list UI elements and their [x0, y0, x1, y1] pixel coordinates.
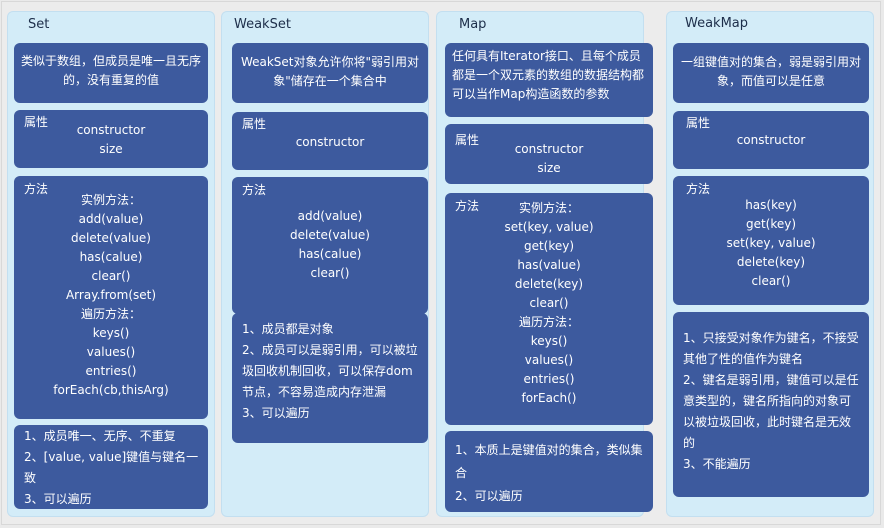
description-text: WeakSet对象允许你将"弱引用对象"储存在一个集合中 — [240, 55, 420, 88]
properties-box: 属性 constructor — [232, 112, 428, 170]
methods-list: 实例方法： set(key, value) get(key) has(value… — [445, 199, 653, 408]
properties-list: constructor — [673, 131, 869, 150]
column-weakmap: WeakMap 一组键值对的集合，弱是弱引用对象，而值可以是任意 属性 cons… — [667, 12, 873, 516]
method-item: forEach(cb,thisArg) — [53, 383, 169, 397]
note-item: 2、成员可以是弱引用，可以被垃圾回收机制回收，可以保存dom节点，不容易造成内存… — [242, 343, 418, 399]
property-item: size — [537, 161, 561, 175]
method-item: keys() — [92, 326, 130, 340]
property-item: size — [99, 142, 123, 156]
method-item: clear() — [751, 274, 791, 288]
method-item: values() — [524, 353, 574, 367]
method-item: set(key, value) — [726, 236, 816, 250]
method-item: get(key) — [745, 217, 797, 231]
column-title: Map — [459, 17, 487, 32]
method-item: values() — [86, 345, 136, 359]
methods-list: add(value) delete(value) has(calue) clea… — [232, 207, 428, 283]
description-text: 类似于数组，但成员是唯一且无序的，没有重复的值 — [20, 54, 201, 87]
notes-box: 1、成员唯一、无序、不重复 2、[value, value]键值与键名一致 3、… — [14, 425, 208, 509]
method-item: 遍历方法： — [518, 315, 579, 329]
methods-list: 实例方法： add(value) delete(value) has(calue… — [14, 191, 208, 400]
method-item: entries() — [523, 372, 575, 386]
properties-box: 属性 constructor — [673, 111, 869, 169]
method-item: clear() — [91, 269, 131, 283]
note-item: 1、只接受对象作为键名，不接受其他了性的值作为键名 — [683, 331, 859, 366]
methods-box: 方法 实例方法： add(value) delete(value) has(ca… — [14, 176, 208, 419]
notes-box: 1、本质上是键值对的集合，类似集合 2、可以遍历 — [445, 431, 653, 512]
column-set: Set 类似于数组，但成员是唯一且无序的，没有重复的值 属性 construct… — [8, 12, 214, 516]
note-item: 3、可以遍历 — [242, 406, 310, 420]
method-item: add(value) — [297, 209, 363, 223]
method-item: 实例方法： — [80, 193, 141, 207]
methods-list: has(key) get(key) set(key, value) delete… — [673, 196, 869, 291]
note-item: 1、成员唯一、无序、不重复 — [24, 429, 176, 443]
method-item: get(key) — [523, 239, 575, 253]
method-item: has(calue) — [79, 250, 143, 264]
methods-title: 方法 — [242, 183, 267, 197]
property-item: constructor — [514, 142, 584, 156]
method-item: 遍历方法： — [80, 307, 141, 321]
method-item: clear() — [529, 296, 569, 310]
note-item: 1、本质上是键值对的集合，类似集合 — [455, 443, 643, 480]
method-item: has(key) — [745, 198, 797, 212]
method-item: delete(key) — [736, 255, 806, 269]
properties-title: 属性 — [242, 117, 267, 131]
description-box: 任何具有Iterator接口、且每个成员都是一个双元素的数组的数据结构都可以当作… — [445, 43, 653, 117]
method-item: has(value) — [517, 258, 581, 272]
column-title: WeakMap — [685, 16, 749, 31]
method-item: 实例方法： — [518, 201, 579, 215]
method-item: delete(key) — [514, 277, 584, 291]
note-item: 2、键名是弱引用，键值可以是任意类型的，键名所指向的对象可以被垃圾回收，此时键名… — [683, 373, 859, 450]
methods-box: 方法 add(value) delete(value) has(calue) c… — [232, 177, 428, 314]
methods-box: 方法 has(key) get(key) set(key, value) del… — [673, 176, 869, 305]
properties-box: 属性 constructor size — [445, 124, 653, 184]
column-map: Map 任何具有Iterator接口、且每个成员都是一个双元素的数组的数据结构都… — [437, 12, 653, 516]
description-box: WeakSet对象允许你将"弱引用对象"储存在一个集合中 — [232, 43, 428, 103]
note-item: 2、可以遍历 — [455, 489, 523, 503]
notes-box: 1、只接受对象作为键名，不接受其他了性的值作为键名 2、键名是弱引用，键值可以是… — [673, 312, 869, 497]
method-item: keys() — [530, 334, 568, 348]
method-item: clear() — [310, 266, 350, 280]
column-weakset: WeakSet WeakSet对象允许你将"弱引用对象"储存在一个集合中 属性 … — [222, 12, 428, 516]
property-item: constructor — [736, 133, 806, 147]
note-item: 1、成员都是对象 — [242, 322, 334, 336]
notes-box: 1、成员都是对象 2、成员可以是弱引用，可以被垃圾回收机制回收，可以保存dom节… — [232, 313, 428, 443]
method-item: forEach() — [521, 391, 577, 405]
description-text: 任何具有Iterator接口、且每个成员都是一个双元素的数组的数据结构都可以当作… — [452, 49, 645, 101]
note-item: 3、不能遍历 — [683, 457, 751, 471]
property-item: constructor — [295, 135, 365, 149]
properties-list: constructor size — [445, 140, 653, 178]
method-item: add(value) — [78, 212, 144, 226]
column-title: WeakSet — [234, 17, 291, 32]
description-text: 一组键值对的集合，弱是弱引用对象，而值可以是任意 — [680, 55, 861, 88]
method-item: set(key, value) — [504, 220, 594, 234]
column-title: Set — [28, 17, 50, 32]
properties-list: constructor — [232, 133, 428, 152]
note-item: 3、可以遍历 — [24, 492, 92, 506]
description-box: 类似于数组，但成员是唯一且无序的，没有重复的值 — [14, 43, 208, 103]
property-item: constructor — [76, 123, 146, 137]
method-item: entries() — [85, 364, 137, 378]
description-box: 一组键值对的集合，弱是弱引用对象，而值可以是任意 — [673, 43, 869, 103]
note-item: 2、[value, value]键值与键名一致 — [24, 450, 199, 485]
method-item: Array.from(set) — [65, 288, 157, 302]
method-item: delete(value) — [290, 228, 370, 242]
properties-list: constructor size — [14, 121, 208, 159]
method-item: has(calue) — [298, 247, 362, 261]
method-item: delete(value) — [71, 231, 151, 245]
methods-box: 方法 实例方法： set(key, value) get(key) has(va… — [445, 193, 653, 425]
properties-box: 属性 constructor size — [14, 110, 208, 168]
